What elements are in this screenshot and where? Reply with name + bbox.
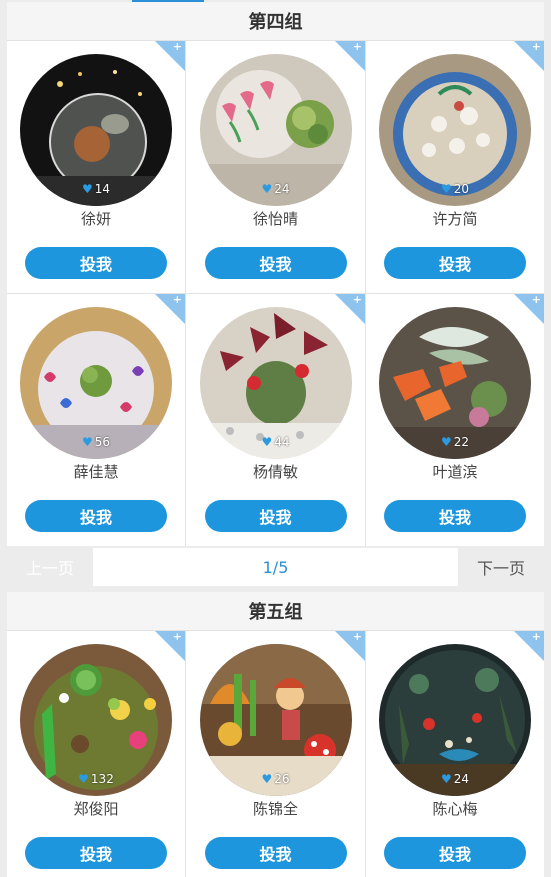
entry-card: + ♥ 26 陈锦全 投我 [186, 631, 365, 877]
vote-button[interactable]: 投我 [25, 837, 167, 869]
vote-button[interactable]: 投我 [384, 837, 526, 869]
terrarium-photo[interactable]: ♥ 26 [199, 644, 352, 796]
vote-button[interactable]: 投我 [204, 837, 347, 869]
plus-icon[interactable]: + [173, 631, 182, 643]
plus-icon[interactable]: + [532, 294, 541, 306]
group-title: 第五组 [248, 602, 303, 623]
vote-button[interactable]: 投我 [25, 247, 167, 279]
entry-name: 郑俊阳 [73, 800, 119, 818]
heart-icon: ♥ [81, 435, 93, 449]
entry-card: + ♥ 20 许方简 投我 [366, 41, 544, 293]
entry-name: 薛佳慧 [73, 463, 119, 481]
entry-grid: + ♥ 132 郑俊阳 投我 + ♥ 26 陈锦全 投我 + ♥ 24 陈心梅 … [7, 631, 544, 877]
like-count: ♥ 14 [81, 182, 111, 196]
plus-icon[interactable]: + [353, 631, 362, 643]
group-header: 第四组 [7, 2, 544, 41]
vote-button[interactable]: 投我 [204, 247, 347, 279]
heart-icon: ♥ [440, 435, 452, 449]
terrarium-photo[interactable]: ♥ 20 [379, 54, 531, 206]
heart-icon: ♥ [81, 182, 93, 196]
heart-icon: ♥ [440, 772, 452, 786]
plus-icon[interactable]: + [173, 41, 182, 53]
terrarium-photo[interactable]: ♥ 24 [379, 644, 531, 796]
entry-name: 徐怡晴 [252, 210, 298, 228]
terrarium-photo[interactable]: ♥ 44 [199, 307, 352, 459]
vote-button[interactable]: 投我 [384, 500, 526, 532]
like-count: ♥ 132 [78, 772, 114, 786]
like-count: ♥ 24 [440, 772, 470, 786]
pagination-bar: 上一页 1/5 下一页 [7, 548, 544, 586]
plus-icon[interactable]: + [532, 631, 541, 643]
group-header: 第五组 [7, 592, 544, 631]
entry-name: 杨倩敏 [252, 463, 298, 481]
entry-name: 叶道滨 [432, 463, 478, 481]
heart-icon: ♥ [440, 182, 452, 196]
like-count: ♥ 22 [440, 435, 470, 449]
voting-page: 第四组 + ♥ 14 徐妍 投我 + ♥ 24 徐怡晴 投我 + ♥ 20 许方… [0, 0, 551, 877]
entry-card: + ♥ 14 徐妍 投我 [7, 41, 185, 293]
entry-card: + ♥ 24 徐怡晴 投我 [186, 41, 365, 293]
entry-name: 徐妍 [80, 210, 111, 228]
vote-button[interactable]: 投我 [204, 500, 347, 532]
entry-name: 陈心梅 [432, 800, 478, 818]
terrarium-photo[interactable]: ♥ 132 [20, 644, 172, 796]
terrarium-photo[interactable]: ♥ 22 [379, 307, 531, 459]
entry-card: + ♥ 44 杨倩敏 投我 [186, 294, 365, 546]
next-page-button[interactable]: 下一页 [458, 548, 544, 586]
like-count: ♥ 56 [81, 435, 111, 449]
terrarium-photo[interactable]: ♥ 14 [20, 54, 172, 206]
like-count: ♥ 24 [261, 182, 290, 196]
heart-icon: ♥ [261, 772, 273, 786]
terrarium-photo[interactable]: ♥ 56 [20, 307, 172, 459]
like-count: ♥ 20 [440, 182, 470, 196]
plus-icon[interactable]: + [353, 294, 362, 306]
entry-grid: + ♥ 14 徐妍 投我 + ♥ 24 徐怡晴 投我 + ♥ 20 许方简 投我… [7, 41, 544, 546]
heart-icon: ♥ [261, 182, 273, 196]
plus-icon[interactable]: + [532, 41, 541, 53]
plus-icon[interactable]: + [173, 294, 182, 306]
entry-card: + ♥ 56 薛佳慧 投我 [7, 294, 185, 546]
like-count: ♥ 44 [261, 435, 290, 449]
entry-card: + ♥ 24 陈心梅 投我 [366, 631, 544, 877]
entry-name: 许方简 [432, 210, 478, 228]
group-title: 第四组 [248, 12, 303, 33]
entry-name: 陈锦全 [252, 800, 298, 818]
heart-icon: ♥ [261, 435, 273, 449]
vote-button[interactable]: 投我 [384, 247, 526, 279]
plus-icon[interactable]: + [353, 41, 362, 53]
heart-icon: ♥ [78, 772, 89, 786]
page-indicator: 1/5 [262, 557, 289, 577]
entry-card: + ♥ 22 叶道滨 投我 [366, 294, 544, 546]
like-count: ♥ 26 [261, 772, 290, 786]
entry-card: + ♥ 132 郑俊阳 投我 [7, 631, 185, 877]
terrarium-photo[interactable]: ♥ 24 [199, 54, 352, 206]
vote-button[interactable]: 投我 [25, 500, 167, 532]
prev-page-button[interactable]: 上一页 [7, 548, 93, 586]
